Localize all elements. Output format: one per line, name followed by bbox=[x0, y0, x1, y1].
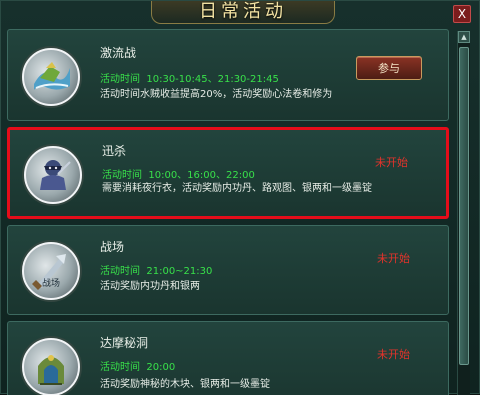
scroll-thumb[interactable] bbox=[459, 47, 469, 365]
activity-description: 需要消耗夜行衣，活动奖励内功丹、路观图、银两和一级墨锭 bbox=[102, 183, 372, 194]
status-label: 未开始 bbox=[377, 348, 410, 361]
assassin-icon bbox=[24, 146, 82, 204]
status-label: 未开始 bbox=[377, 252, 410, 265]
close-button[interactable]: X bbox=[453, 5, 471, 23]
battlefield-icon: 战场 bbox=[22, 242, 80, 300]
activity-name: 迅杀 bbox=[102, 144, 127, 158]
damo-cave-icon bbox=[22, 338, 80, 395]
window-title: 日常活动 bbox=[151, 1, 335, 24]
close-icon: X bbox=[457, 7, 467, 21]
join-button[interactable]: 参与 bbox=[356, 56, 422, 80]
scrollbar[interactable]: ▲ bbox=[457, 31, 470, 395]
activity-name: 激流战 bbox=[100, 46, 137, 60]
scroll-up-arrow-icon[interactable]: ▲ bbox=[458, 31, 470, 43]
activity-description: 活动时间水贼收益提高20%，活动奖励心法卷和修为 bbox=[100, 89, 333, 100]
activity-description: 活动奖励神秘的木块、银两和一级墨锭 bbox=[100, 379, 270, 390]
svg-text:战场: 战场 bbox=[42, 278, 60, 289]
activity-description: 活动奖励内功丹和银两 bbox=[100, 281, 200, 292]
activity-time: 活动时间 20:00 bbox=[100, 362, 176, 373]
activity-card-battlefield[interactable]: 战场 战场 活动时间 21:00~21:30 活动奖励内功丹和银两 未开始 bbox=[7, 225, 449, 315]
rapids-battle-icon bbox=[22, 48, 80, 106]
activity-name: 达摩秘洞 bbox=[100, 336, 149, 350]
status-label: 未开始 bbox=[375, 156, 408, 169]
activity-card-assassin[interactable]: 迅杀 活动时间 10:00、16:00、22:00 需要消耗夜行衣，活动奖励内功… bbox=[7, 127, 449, 219]
activity-card-rapids[interactable]: 激流战 活动时间 10:30-10:45、21:30-21:45 活动时间水贼收… bbox=[7, 29, 449, 121]
activity-time: 活动时间 10:00、16:00、22:00 bbox=[102, 170, 255, 181]
activity-name: 战场 bbox=[100, 240, 125, 254]
activity-list: 激流战 活动时间 10:30-10:45、21:30-21:45 活动时间水贼收… bbox=[7, 29, 449, 395]
activity-time: 活动时间 21:00~21:30 bbox=[100, 266, 213, 277]
activity-window: 日常活动 X 激流战 活动时间 10:30-10:45、21:30-21:45 … bbox=[0, 0, 480, 395]
activity-time: 活动时间 10:30-10:45、21:30-21:45 bbox=[100, 74, 279, 85]
activity-card-damo-cave[interactable]: 达摩秘洞 活动时间 20:00 活动奖励神秘的木块、银两和一级墨锭 未开始 bbox=[7, 321, 449, 395]
